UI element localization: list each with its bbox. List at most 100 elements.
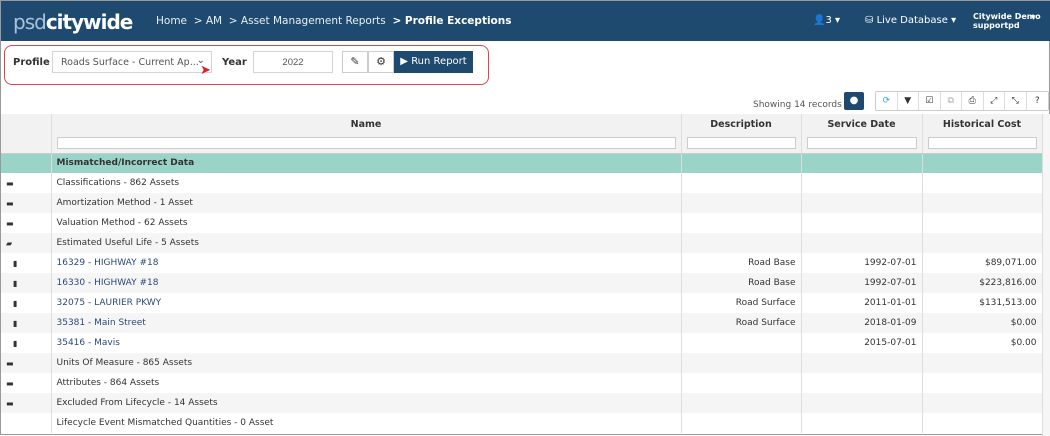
breadcrumb: Home > AM > Asset Management Reports > P… bbox=[156, 15, 512, 27]
description-cell bbox=[681, 333, 802, 353]
table-row[interactable]: ▬ Excluded From Lifecycle - 14 Assets bbox=[1, 393, 1043, 413]
category-label: Classifications - 862 Assets bbox=[56, 178, 180, 188]
category-label: Units Of Measure - 865 Assets bbox=[56, 358, 193, 368]
description-cell bbox=[681, 233, 802, 253]
folder-icon: ▬ bbox=[6, 218, 14, 228]
breadcrumb-reports[interactable]: > Asset Management Reports bbox=[229, 15, 386, 27]
historical-cost-cell: $0.00 bbox=[922, 333, 1043, 353]
chevron-down-icon[interactable]: ▾ bbox=[1031, 13, 1036, 23]
category-label: Attributes - 864 Assets bbox=[56, 378, 160, 388]
service-date-cell: 2015-07-01 bbox=[801, 333, 923, 353]
asset-link[interactable]: 32075 - LAURIER PKWY bbox=[57, 298, 162, 308]
table-row[interactable]: ▮ 32075 - LAURIER PKWY Road Surface 2011… bbox=[1, 293, 1043, 313]
service-date-cell bbox=[801, 393, 923, 413]
breadcrumb-current: > Profile Exceptions bbox=[392, 15, 512, 27]
category-label: Lifecycle Event Mismatched Quantities - … bbox=[56, 418, 274, 428]
folder-icon: ▬ bbox=[6, 358, 14, 368]
description-cell bbox=[681, 173, 802, 193]
breadcrumb-am[interactable]: > AM bbox=[194, 15, 222, 27]
year-input[interactable] bbox=[253, 51, 333, 73]
record-count: Showing 14 records bbox=[753, 100, 842, 110]
table-row[interactable]: ▰ Estimated Useful Life - 5 Assets bbox=[1, 233, 1043, 253]
column-header-name[interactable]: Name bbox=[51, 114, 682, 134]
refresh-icon[interactable]: ⟳ bbox=[876, 92, 898, 110]
service-date-filter[interactable] bbox=[806, 136, 917, 149]
table-row[interactable]: ▬ Attributes - 864 Assets bbox=[1, 373, 1043, 393]
historical-cost-cell: $223,816.00 bbox=[922, 273, 1043, 293]
asset-link[interactable]: 16330 - HIGHWAY #18 bbox=[57, 278, 159, 288]
table-row[interactable]: ▬ Units Of Measure - 865 Assets bbox=[1, 353, 1043, 373]
historical-cost-filter[interactable] bbox=[927, 136, 1037, 149]
table-row[interactable]: ▮ 16329 - HIGHWAY #18 Road Base 1992-07-… bbox=[1, 253, 1043, 273]
table-row[interactable]: ▬ Classifications - 862 Assets bbox=[1, 173, 1043, 193]
description-cell: Road Base bbox=[681, 273, 802, 293]
historical-cost-cell bbox=[922, 173, 1043, 193]
settings-button[interactable]: ⚙ bbox=[368, 51, 394, 73]
checklist-icon[interactable]: ☑ bbox=[919, 92, 941, 110]
historical-cost-cell bbox=[922, 373, 1043, 393]
table-row[interactable]: ▬ Valuation Method - 62 Assets bbox=[1, 213, 1043, 233]
historical-cost-cell bbox=[922, 353, 1043, 373]
brush-icon: ✎ bbox=[350, 55, 360, 68]
column-header-description[interactable]: Description bbox=[681, 114, 802, 134]
table-row[interactable]: ▮ 35416 - Mavis 2015-07-01 $0.00 bbox=[1, 333, 1043, 353]
file-icon: ▮ bbox=[13, 338, 18, 348]
asset-link[interactable]: 16329 - HIGHWAY #18 bbox=[57, 258, 159, 268]
help-icon[interactable]: ? bbox=[1027, 92, 1049, 110]
table-row[interactable]: ▬ Amortization Method - 1 Asset bbox=[1, 193, 1043, 213]
category-label: Excluded From Lifecycle - 14 Assets bbox=[56, 398, 218, 408]
globe-button[interactable]: ● bbox=[844, 92, 864, 110]
print-icon[interactable]: ⎙ bbox=[962, 92, 984, 110]
year-label: Year bbox=[222, 57, 247, 68]
service-date-cell: 2011-01-01 bbox=[801, 293, 923, 313]
copy-icon[interactable]: ⧉ bbox=[941, 92, 962, 110]
service-date-cell bbox=[801, 193, 923, 213]
collapse-icon[interactable]: ⤡ bbox=[1005, 92, 1027, 110]
service-date-cell bbox=[801, 373, 923, 393]
description-cell bbox=[681, 193, 802, 213]
scrollbar[interactable] bbox=[1042, 114, 1050, 436]
historical-cost-cell bbox=[922, 213, 1043, 233]
description-cell bbox=[681, 213, 802, 233]
service-date-cell bbox=[801, 173, 923, 193]
profile-select[interactable]: Roads Surface - Current Ap... ⌄ bbox=[52, 51, 212, 73]
historical-cost-cell bbox=[922, 413, 1043, 433]
table-row[interactable]: ▮ 16330 - HIGHWAY #18 Road Base 1992-07-… bbox=[1, 273, 1043, 293]
description-cell: Road Surface bbox=[681, 293, 802, 313]
column-header-service-date[interactable]: Service Date bbox=[801, 114, 923, 134]
historical-cost-cell bbox=[922, 393, 1043, 413]
run-report-button[interactable]: ▶ Run Report bbox=[394, 51, 473, 73]
service-date-cell: 1992-07-01 bbox=[801, 253, 923, 273]
breadcrumb-home[interactable]: Home bbox=[156, 15, 187, 27]
name-filter[interactable] bbox=[56, 136, 676, 149]
service-date-cell bbox=[801, 233, 923, 253]
historical-cost-cell: $89,071.00 bbox=[922, 253, 1043, 273]
expand-icon[interactable]: ⤢ bbox=[984, 92, 1005, 110]
database-menu[interactable]: ⛁ Live Database ▾ bbox=[865, 15, 956, 26]
users-menu[interactable]: 👤3 ▾ bbox=[813, 15, 840, 26]
folder-icon: ▬ bbox=[6, 398, 14, 408]
column-header-historical-cost[interactable]: Historical Cost bbox=[922, 114, 1043, 134]
file-icon: ▮ bbox=[13, 298, 18, 308]
historical-cost-cell bbox=[922, 233, 1043, 253]
filter-icon[interactable]: ▼ bbox=[898, 92, 919, 110]
service-date-cell bbox=[801, 413, 923, 433]
group-row[interactable]: Mismatched/Incorrect Data bbox=[1, 153, 1043, 173]
edit-button[interactable]: ✎ bbox=[342, 51, 368, 73]
logo[interactable]: psdcitywide bbox=[13, 10, 133, 34]
asset-link[interactable]: 35381 - Main Street bbox=[57, 318, 146, 328]
grid-tools: ⟳ ▼ ☑ ⧉ ⎙ ⤢ ⤡ ? bbox=[875, 91, 1049, 111]
service-date-cell: 1992-07-01 bbox=[801, 273, 923, 293]
profile-label: Profile bbox=[13, 57, 50, 68]
asset-link[interactable]: 35416 - Mavis bbox=[57, 338, 120, 348]
table-row[interactable]: Lifecycle Event Mismatched Quantities - … bbox=[1, 413, 1043, 433]
table-row[interactable]: ▮ 35381 - Main Street Road Surface 2018-… bbox=[1, 313, 1043, 333]
folder-icon: ▬ bbox=[6, 378, 14, 388]
category-label: Amortization Method - 1 Asset bbox=[56, 198, 193, 208]
file-icon: ▮ bbox=[13, 258, 18, 268]
historical-cost-cell: $131,513.00 bbox=[922, 293, 1043, 313]
folder-icon: ▬ bbox=[6, 178, 14, 188]
service-date-cell bbox=[801, 353, 923, 373]
mouse-cursor-icon: ➤ bbox=[200, 63, 211, 78]
description-filter[interactable] bbox=[686, 136, 796, 149]
